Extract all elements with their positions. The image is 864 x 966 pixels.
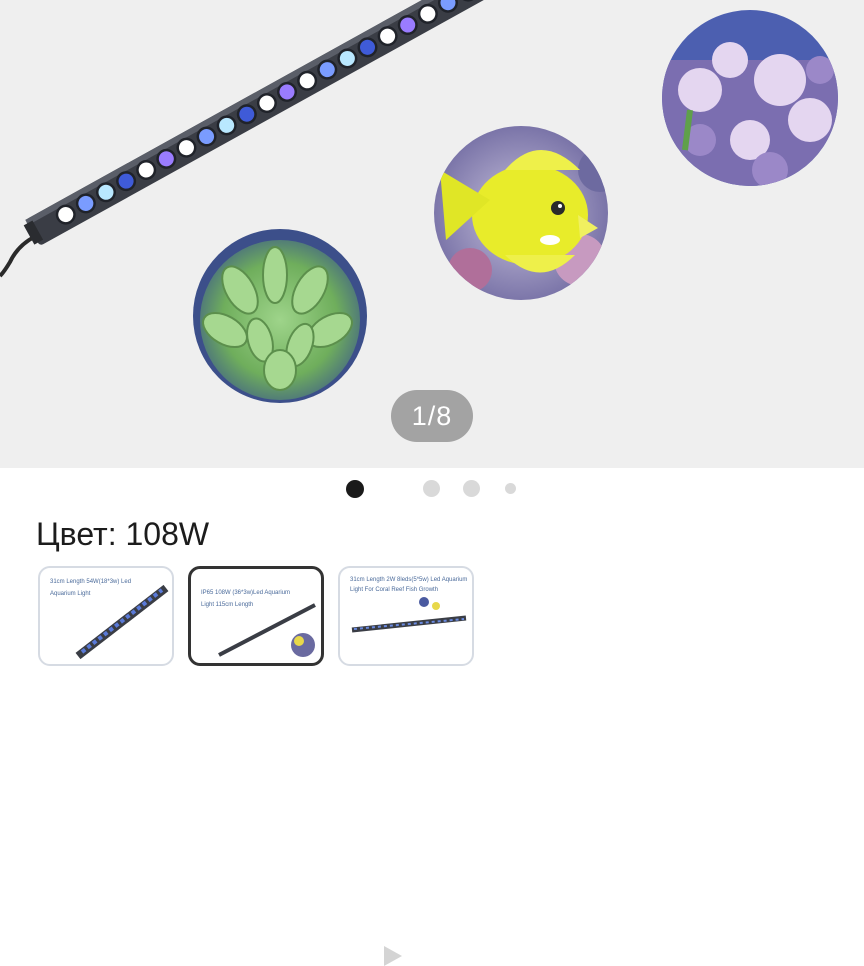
gallery-pagination[interactable] [0,468,864,966]
product-image-gallery[interactable]: 1/8 [0,0,864,468]
pagination-dot-small[interactable] [505,483,516,494]
video-play-icon[interactable] [384,946,402,966]
pagination-dot-active[interactable] [346,480,364,498]
power-cable [0,234,37,278]
thumbnail-led-bar-image [75,584,169,660]
image-counter: 1/8 [391,390,473,442]
pagination-dot[interactable] [463,480,480,497]
color-variant-thumbnail-3[interactable]: 31cm Length 2W 8leds(5*5w) Led Aquarium … [338,566,474,666]
thumbnail-led-bar-image [218,603,316,657]
yellow-tang-image [434,126,608,300]
reef-image [662,10,838,186]
color-variant-thumbnail-1[interactable]: 31cm Length 54W(18*3w) Led Aquarium Ligh… [38,566,174,666]
color-option-label: Цвет: 108W [36,516,210,552]
color-variant-thumbnail-2[interactable]: IP65 108W (36*3w)Led Aquarium Light 115c… [188,566,324,666]
coral-image-1 [193,229,367,403]
pagination-dot[interactable] [423,480,440,497]
thumbnail-led-bar-image [351,597,467,633]
